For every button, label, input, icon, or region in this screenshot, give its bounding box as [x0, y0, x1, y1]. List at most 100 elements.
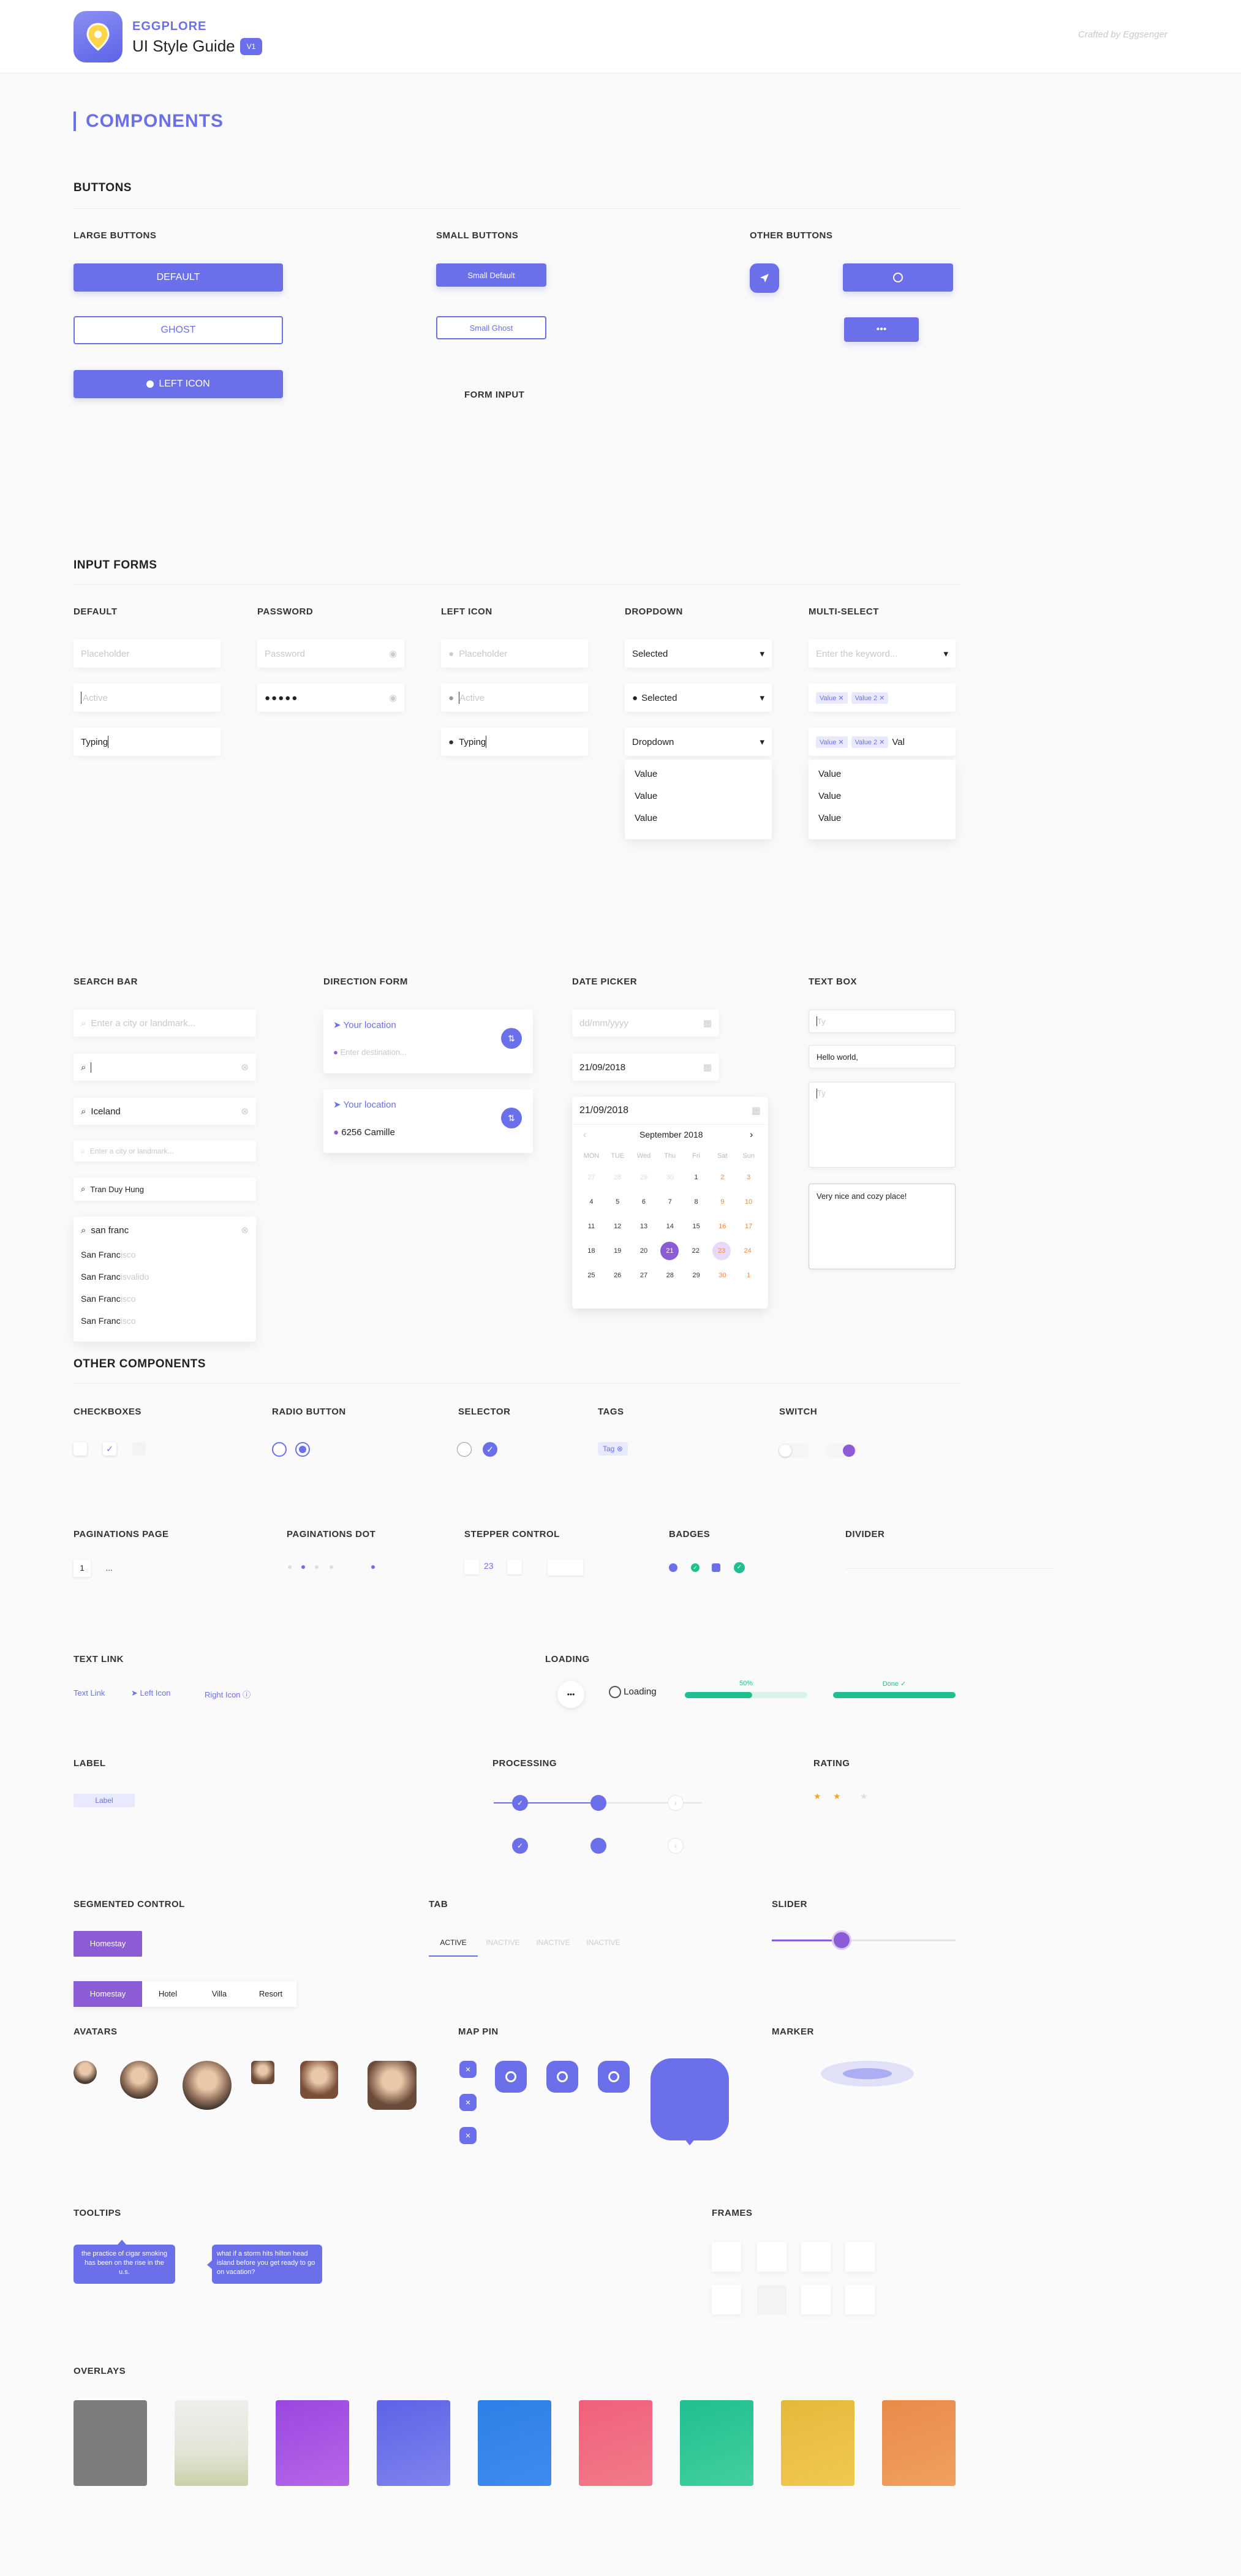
prev-month-icon[interactable]: ‹: [583, 1130, 586, 1141]
password-input-empty[interactable]: Password ◉: [257, 640, 404, 668]
dropdown-with-icon[interactable]: ● Selected ▾: [625, 684, 772, 712]
origin-field[interactable]: ➤ Your location: [333, 1019, 396, 1030]
chip[interactable]: Value ✕: [816, 692, 848, 704]
date-input-filled[interactable]: 21/09/2018 ▦: [572, 1054, 719, 1081]
calendar-day[interactable]: 21: [660, 1242, 679, 1260]
calendar-day[interactable]: 29: [683, 1266, 709, 1285]
star-icon[interactable]: ★: [833, 1791, 841, 1802]
calendar-day[interactable]: 7: [657, 1193, 683, 1211]
calendar-day[interactable]: 18: [578, 1242, 605, 1260]
calendar-day[interactable]: 8: [683, 1193, 709, 1211]
ghost-button[interactable]: GHOST: [74, 316, 283, 344]
radio-selected[interactable]: [295, 1442, 310, 1457]
switch-off[interactable]: [778, 1443, 810, 1458]
calendar-day[interactable]: 28: [657, 1266, 683, 1285]
slider-knob[interactable]: [832, 1930, 851, 1950]
chip[interactable]: Value 2 ✕: [851, 736, 889, 748]
star-empty-icon[interactable]: ★: [860, 1791, 868, 1802]
calendar-day[interactable]: 20: [631, 1242, 657, 1260]
segment[interactable]: Hotel: [142, 1981, 194, 2007]
dropdown-option[interactable]: Value: [625, 785, 772, 807]
search-result[interactable]: San Francisco: [74, 1310, 256, 1332]
calendar-day[interactable]: 23: [712, 1242, 731, 1260]
segment[interactable]: Villa: [194, 1981, 245, 2007]
pagination-dot[interactable]: [315, 1565, 319, 1569]
chip[interactable]: Value 2 ✕: [851, 692, 889, 704]
search-input-empty[interactable]: ⌕ Enter a city or landmark...: [74, 1010, 256, 1037]
search-input-query[interactable]: ⌕ san franc ⊗: [74, 1217, 256, 1244]
pagination-dot-active[interactable]: [301, 1565, 305, 1569]
calendar-day[interactable]: 19: [605, 1242, 631, 1260]
calendar-day[interactable]: 6: [631, 1193, 657, 1211]
multi-option[interactable]: Value: [809, 763, 956, 785]
text-input-filled[interactable]: Hello world,: [809, 1045, 956, 1068]
multi-select-empty[interactable]: Enter the keyword... ▾: [809, 640, 956, 668]
segment[interactable]: Resort: [245, 1981, 296, 2007]
circle-icon-button[interactable]: [843, 263, 953, 292]
map-pin-small[interactable]: ✕: [459, 2061, 477, 2078]
calendar-day[interactable]: 27: [578, 1168, 605, 1187]
eye-icon[interactable]: ◉: [389, 648, 397, 659]
swap-icon-button[interactable]: ⇅: [501, 1028, 522, 1049]
avatar-square[interactable]: [368, 2061, 417, 2110]
search-result[interactable]: San Francisvalido: [74, 1266, 256, 1288]
calendar-day[interactable]: 13: [631, 1217, 657, 1236]
calendar-day[interactable]: 2: [709, 1168, 736, 1187]
left-icon-link[interactable]: ➤ Left Icon: [131, 1688, 170, 1698]
pagination-dot[interactable]: [288, 1565, 292, 1569]
map-pin-large[interactable]: [651, 2058, 729, 2140]
calendar-day[interactable]: 9: [709, 1193, 736, 1211]
calendar-day[interactable]: 15: [683, 1217, 709, 1236]
default-input-typing[interactable]: Typing: [74, 728, 221, 756]
calendar-day[interactable]: 16: [709, 1217, 736, 1236]
multi-select-typing[interactable]: Value ✕ Value 2 ✕ Val: [809, 728, 956, 756]
left-icon-input-active[interactable]: ● Active: [441, 684, 588, 712]
destination-field[interactable]: ● Enter destination...: [333, 1048, 407, 1057]
stepper-compact[interactable]: [548, 1560, 583, 1576]
date-input-open[interactable]: 21/09/2018 ▦: [572, 1097, 768, 1125]
chip[interactable]: Value ✕: [816, 736, 848, 748]
calendar-day[interactable]: 27: [631, 1266, 657, 1285]
small-default-button[interactable]: Small Default: [436, 263, 546, 287]
password-input-filled[interactable]: ●●●●● ◉: [257, 684, 404, 712]
calendar-day[interactable]: 28: [605, 1168, 631, 1187]
avatar-square[interactable]: [251, 2061, 274, 2084]
calendar-day[interactable]: 1: [736, 1266, 762, 1285]
calendar-day[interactable]: 26: [605, 1266, 631, 1285]
slider-track[interactable]: [772, 1930, 956, 1950]
text-link[interactable]: Text Link: [74, 1688, 105, 1698]
search-input-tran[interactable]: ⌕ Tran Duy Hung: [74, 1177, 256, 1201]
textarea-filled[interactable]: Very nice and cozy place!: [809, 1184, 956, 1269]
calendar-day[interactable]: 25: [578, 1266, 605, 1285]
selector-selected[interactable]: ✓: [483, 1442, 497, 1457]
more-button[interactable]: •••: [844, 317, 919, 342]
text-input-empty[interactable]: Ty: [809, 1010, 956, 1033]
pagination-dot[interactable]: [330, 1565, 333, 1569]
calendar-day[interactable]: 22: [682, 1242, 709, 1260]
avatar[interactable]: [74, 2061, 97, 2084]
calendar-day[interactable]: 14: [657, 1217, 683, 1236]
default-input-active[interactable]: Active: [74, 684, 221, 712]
calendar-day[interactable]: 10: [736, 1193, 762, 1211]
textarea-empty[interactable]: Ty: [809, 1082, 956, 1168]
default-button[interactable]: DEFAULT: [74, 263, 283, 292]
checkbox-unchecked[interactable]: [74, 1442, 87, 1456]
map-pin-small[interactable]: ✕: [459, 2094, 477, 2111]
checkbox-disabled[interactable]: [132, 1442, 146, 1456]
multi-select-chips[interactable]: Value ✕ Value 2 ✕: [809, 684, 956, 712]
calendar-day[interactable]: 3: [736, 1168, 762, 1187]
map-pin-small[interactable]: ✕: [459, 2127, 477, 2144]
dropdown-option[interactable]: Value: [625, 807, 772, 829]
segment-single[interactable]: Homestay: [74, 1931, 142, 1957]
destination-field[interactable]: ● 6256 Camille: [333, 1127, 395, 1138]
small-ghost-button[interactable]: Small Ghost: [436, 316, 546, 339]
checkbox-checked[interactable]: ✓: [103, 1442, 116, 1456]
calendar-day[interactable]: 1: [683, 1168, 709, 1187]
tab-active[interactable]: ACTIVE: [429, 1930, 478, 1957]
dropdown-open[interactable]: Dropdown ▾: [625, 728, 772, 756]
avatar[interactable]: [120, 2061, 158, 2099]
search-input-active[interactable]: ⌕ ⊗: [74, 1054, 256, 1081]
clear-icon[interactable]: ⊗: [241, 1225, 249, 1236]
eye-icon[interactable]: ◉: [389, 692, 397, 703]
calendar-day[interactable]: 4: [578, 1193, 605, 1211]
